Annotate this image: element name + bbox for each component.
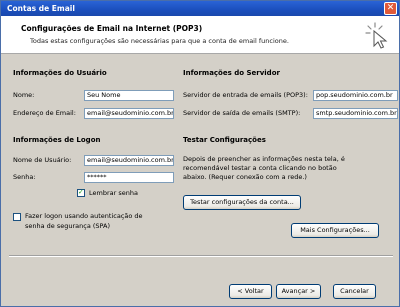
outgoing-server-label: Servidor de saída de emails (SMTP): (183, 109, 301, 117)
logon-info-title: Informações de Logon (13, 136, 101, 144)
footer-separator (9, 255, 393, 257)
close-button[interactable]: ✕ (384, 2, 397, 15)
server-info-title: Informações do Servidor (183, 69, 280, 77)
email-input[interactable]: email@seudominio.com.br (84, 108, 174, 119)
test-desc-line2: recomendável testar a conta clicando no … (183, 164, 337, 172)
remember-password-checkbox[interactable] (77, 188, 85, 197)
user-info-title: Informações do Usuário (13, 69, 107, 77)
spa-label-line1: Fazer logon usando autenticação de (25, 212, 143, 220)
incoming-server-label: Servidor de entrada de emails (POP3): (183, 91, 308, 99)
test-desc-line3: abaixo. (Requer conexão com a rede.) (183, 173, 307, 181)
cursor-sparkle-icon (365, 22, 388, 49)
back-button[interactable]: < Voltar (229, 284, 272, 299)
remember-password-label: Lembrar senha (89, 189, 138, 197)
spa-checkbox[interactable] (13, 213, 21, 221)
password-label: Senha: (13, 173, 36, 181)
test-desc-line1: Depois de preencher as informações nesta… (183, 155, 345, 163)
email-label: Endereço de Email: (13, 109, 76, 117)
window-title: Contas de Email (7, 4, 75, 13)
name-label: Nome: (13, 91, 35, 99)
more-settings-button[interactable]: Mais Configurações... (291, 223, 379, 238)
account-settings-window: Contas de Email ✕ Configurações de Email… (0, 0, 400, 307)
test-settings-title: Testar Configurações (183, 136, 266, 144)
incoming-server-input[interactable]: pop.seudominio.com.br (313, 90, 398, 101)
name-input[interactable]: Seu Nome (84, 90, 174, 101)
spa-label-line2: senha de segurança (SPA) (25, 222, 111, 230)
title-bar[interactable]: Contas de Email ✕ (1, 1, 399, 16)
wizard-header: Configurações de Email na Internet (POP3… (1, 16, 399, 54)
outgoing-server-input[interactable]: smtp.seudominio.com.br (313, 108, 398, 119)
cancel-button[interactable]: Cancelar (333, 284, 376, 299)
test-account-button[interactable]: Testar configurações da conta... (183, 195, 301, 210)
next-button[interactable]: Avançar > (276, 284, 321, 299)
header-title: Configurações de Email na Internet (POP3… (21, 24, 203, 33)
header-subtitle: Todas estas configurações são necessária… (30, 37, 289, 45)
username-input[interactable]: email@seudominio.com.br (84, 155, 174, 166)
password-input[interactable]: ****** (84, 172, 174, 183)
username-label: Nome de Usuário: (13, 156, 72, 164)
